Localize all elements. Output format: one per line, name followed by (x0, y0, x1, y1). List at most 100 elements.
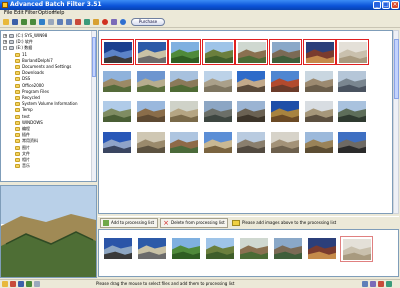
delete-from-processing-button[interactable]: × Delete from processing list (160, 218, 228, 228)
zoom-out-icon[interactable] (65, 18, 73, 26)
thumbnail[interactable] (168, 99, 201, 125)
thumbnail[interactable] (269, 39, 302, 65)
processing-item[interactable] (272, 236, 305, 262)
back-icon[interactable] (20, 18, 28, 26)
help-icon[interactable] (119, 18, 127, 26)
processing-item[interactable] (170, 236, 203, 262)
tree-expander[interactable]: + (3, 40, 7, 45)
processing-item[interactable] (340, 236, 373, 262)
tree-item[interactable]: 音乐 (1, 163, 91, 169)
tree-item[interactable]: BorlandDelphi7 (1, 58, 91, 64)
tree-expander[interactable]: - (3, 46, 7, 51)
crop-icon[interactable] (83, 18, 91, 26)
thumbnail[interactable] (201, 39, 235, 65)
thumbnail-scrollbar[interactable] (393, 30, 399, 214)
tree-item[interactable]: Recycled (1, 95, 91, 101)
tree-expander[interactable]: + (3, 34, 7, 38)
thumbnail[interactable] (168, 69, 201, 95)
thumbnail[interactable] (101, 39, 134, 65)
thumbnail[interactable] (135, 130, 168, 156)
thumbnail[interactable] (336, 69, 369, 95)
filter-icon[interactable] (92, 18, 100, 26)
tree-item[interactable]: - (E:) 数据 (1, 45, 91, 51)
tree-item[interactable]: DSS (1, 76, 91, 82)
thumbnail-scrollbar-thumb[interactable] (394, 39, 399, 99)
thumbnail[interactable] (202, 99, 235, 125)
thumbnail[interactable] (269, 130, 302, 156)
open-folder-icon[interactable] (2, 18, 10, 26)
thumbnail[interactable] (101, 130, 134, 156)
zoom-in-icon[interactable] (56, 18, 64, 26)
thumbnail[interactable] (202, 130, 235, 156)
thumbnail[interactable] (303, 69, 336, 95)
menu-help[interactable]: Help (53, 10, 64, 17)
menu-file[interactable]: File (4, 10, 12, 17)
status-settings-icon[interactable] (386, 281, 392, 287)
folder-tree[interactable]: + (C:) SYS_WIN98 + (D:) 软件 - (E:) 数据 11 Borland… (0, 30, 97, 182)
copy-icon[interactable] (47, 18, 55, 26)
tree-item[interactable]: System Volume Information (1, 101, 91, 107)
tree-item[interactable]: 常用资料 (1, 138, 91, 144)
tree-scrollbar-thumb[interactable] (92, 37, 96, 77)
thumbnail[interactable] (269, 99, 302, 125)
thumbnail[interactable] (336, 130, 369, 156)
processing-item[interactable] (238, 236, 271, 262)
thumbnail[interactable] (101, 69, 134, 95)
thumbnail-grid[interactable] (98, 30, 393, 214)
processing-item[interactable] (136, 236, 169, 262)
tree-item[interactable]: 插件 (1, 132, 91, 138)
tree-item[interactable]: 编程 (1, 126, 91, 132)
tree-item[interactable]: 相片 (1, 157, 91, 163)
tree-item[interactable]: test (1, 114, 91, 120)
forward-icon[interactable] (29, 18, 37, 26)
tree-item[interactable]: + (C:) SYS_WIN98 (1, 33, 91, 39)
menu-filter[interactable]: Filter (25, 10, 37, 17)
tree-item[interactable]: Program Files (1, 89, 91, 95)
rotate-icon[interactable] (74, 18, 82, 26)
save-icon[interactable] (11, 18, 19, 26)
tree-item[interactable]: + (D:) 软件 (1, 39, 91, 45)
status-sort-icon[interactable] (362, 281, 368, 287)
tree-scrollbar[interactable] (91, 31, 96, 181)
processing-item[interactable] (306, 236, 339, 262)
tree-item[interactable]: Documents and Settings (1, 64, 91, 70)
thumbnail[interactable] (336, 99, 369, 125)
thumbnail[interactable] (303, 130, 336, 156)
thumbnail[interactable] (135, 69, 168, 95)
menu-edit[interactable]: Edit (14, 10, 24, 17)
thumbnail[interactable] (134, 39, 168, 65)
thumbnail[interactable] (135, 99, 168, 125)
thumbnail[interactable] (336, 39, 370, 65)
refresh-icon[interactable] (38, 18, 46, 26)
add-to-processing-button[interactable]: Add to processing list (100, 218, 158, 228)
thumbnail[interactable] (302, 39, 336, 65)
status-delete-icon[interactable] (378, 281, 384, 287)
status-grid-icon[interactable] (370, 281, 376, 287)
settings-icon[interactable] (110, 18, 118, 26)
thumbnail[interactable] (101, 99, 134, 125)
minimize-button[interactable]: _ (373, 1, 381, 9)
tree-item[interactable]: 图片 (1, 145, 91, 151)
thumbnail[interactable] (235, 130, 268, 156)
tree-item[interactable]: 11 (1, 52, 91, 58)
thumbnail[interactable] (168, 130, 201, 156)
thumbnail[interactable] (269, 69, 302, 95)
thumbnail[interactable] (235, 99, 268, 125)
thumbnail[interactable] (235, 69, 268, 95)
stop-icon[interactable] (101, 18, 109, 26)
tree-item[interactable]: Downloads (1, 70, 91, 76)
close-button[interactable]: × (391, 1, 399, 9)
tree-item[interactable]: Office2000 (1, 83, 91, 89)
processing-item[interactable] (102, 236, 135, 262)
purchase-button[interactable]: Purchase (131, 18, 165, 26)
tree-item[interactable]: WINDOWS (1, 120, 91, 126)
thumbnail[interactable] (235, 39, 269, 65)
processing-item[interactable] (204, 236, 237, 262)
thumbnail[interactable] (303, 99, 336, 125)
maximize-button[interactable]: □ (382, 1, 390, 9)
thumbnail[interactable] (168, 39, 202, 65)
tree-item[interactable]: Temp (1, 107, 91, 113)
tree-item[interactable]: 文件 (1, 151, 91, 157)
processing-list[interactable] (98, 229, 399, 277)
thumbnail[interactable] (202, 69, 235, 95)
